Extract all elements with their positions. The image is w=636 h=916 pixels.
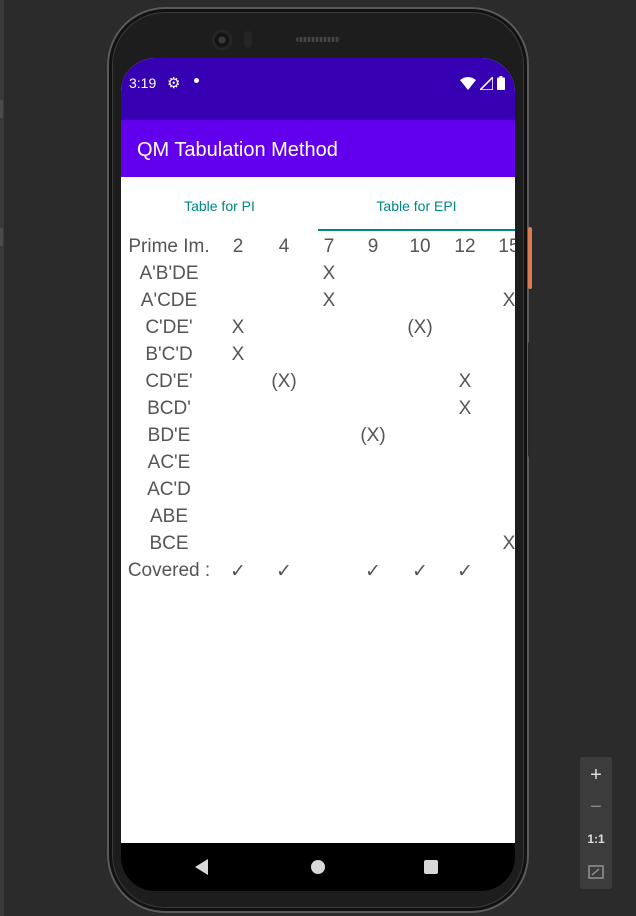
- prime-implicant-label: AC'D: [147, 479, 191, 500]
- coverage-mark: X: [458, 371, 472, 392]
- earpiece-speaker: [296, 37, 340, 42]
- epi-table: Prime Im. 2 4 7 9 10 12 15 A'B'DE X A'CDE X X C'DE' X(…: [121, 236, 515, 646]
- app-title: QM Tabulation Method: [137, 139, 338, 161]
- zoom-fit-button[interactable]: [580, 857, 612, 887]
- coverage-mark: X: [231, 317, 245, 338]
- coverage-mark: X: [322, 290, 336, 311]
- window-left-edge: [0, 0, 4, 916]
- prime-implicant-label: CD'E': [145, 371, 193, 392]
- notification-dot-icon: [194, 78, 199, 83]
- coverage-mark: X: [458, 398, 472, 419]
- prime-implicant-label: BCD': [147, 398, 191, 419]
- coverage-mark: X: [231, 344, 245, 365]
- coverage-mark: (X): [271, 371, 297, 392]
- cellular-icon: [480, 76, 493, 90]
- prime-implicant-label: ABE: [149, 506, 189, 527]
- covered-check: ✓: [457, 561, 473, 582]
- coverage-mark: X: [502, 290, 515, 311]
- front-camera: [212, 30, 232, 50]
- tab-bar: Table for PI Table for EPI: [121, 177, 515, 232]
- prime-implicant-label: BCE: [149, 533, 189, 554]
- recents-icon[interactable]: [424, 860, 438, 874]
- volume-button[interactable]: [528, 342, 532, 457]
- prime-implicant-label: AC'E: [147, 452, 191, 473]
- prime-implicant-label: A'B'DE: [139, 263, 199, 284]
- prime-implicant-label: BD'E: [147, 425, 191, 446]
- covered-check: ✓: [276, 561, 292, 582]
- tab-indicator: [318, 229, 515, 231]
- edge-marker: [0, 100, 3, 118]
- minterm-header: 15: [498, 236, 515, 257]
- fit-screen-icon: [588, 865, 604, 879]
- power-button[interactable]: [528, 227, 532, 289]
- prime-implicant-label: A'CDE: [140, 290, 198, 311]
- zoom-out-button[interactable]: −: [580, 792, 612, 822]
- zoom-in-button[interactable]: +: [580, 760, 612, 790]
- edge-marker: [0, 228, 3, 246]
- gear-icon: ⚙: [167, 75, 181, 92]
- status-time: 3:19: [129, 75, 157, 91]
- app-screen: 3:19 ⚙ QM Tabulation Method Table for PI…: [121, 58, 515, 843]
- back-icon[interactable]: [195, 859, 208, 875]
- proximity-sensor: [244, 31, 252, 48]
- zoom-actual-size-button[interactable]: 1:1: [580, 824, 612, 854]
- coverage-mark: (X): [407, 317, 433, 338]
- app-bar: QM Tabulation Method: [121, 120, 515, 177]
- navigation-bar: [121, 843, 515, 891]
- coverage-mark: X: [322, 263, 336, 284]
- status-icons: [460, 76, 505, 90]
- tab-label: Table for EPI: [376, 198, 457, 214]
- coverage-mark: (X): [360, 425, 386, 446]
- wifi-icon: [460, 76, 476, 90]
- home-icon[interactable]: [311, 860, 325, 874]
- tab-table-for-pi[interactable]: Table for PI: [121, 177, 318, 232]
- coverage-mark: X: [502, 533, 515, 554]
- emulator-zoom-panel: + − 1:1: [580, 757, 612, 889]
- battery-icon: [497, 76, 505, 90]
- tab-table-for-epi[interactable]: Table for EPI: [318, 177, 515, 232]
- tab-label: Table for PI: [184, 198, 255, 214]
- status-bar: 3:19 ⚙: [121, 58, 515, 120]
